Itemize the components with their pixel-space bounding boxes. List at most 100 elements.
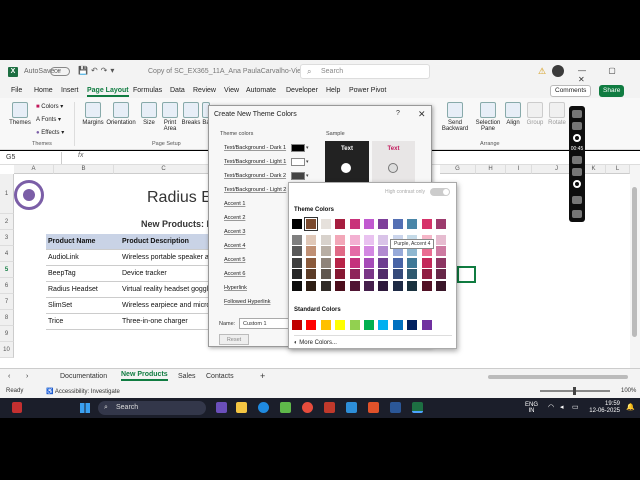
windows-start-icon[interactable] — [80, 403, 90, 413]
close-button[interactable]: ✕ — [418, 109, 426, 120]
tab-data[interactable]: Data — [170, 87, 185, 94]
theme-color-swatch[interactable] — [320, 219, 331, 229]
chevron-down-icon[interactable]: ▾ — [306, 145, 309, 151]
theme-shade-swatch[interactable] — [292, 280, 302, 291]
tab-home[interactable]: Home — [34, 87, 53, 94]
theme-shade-swatch[interactable] — [306, 257, 317, 268]
row-header[interactable]: 10 — [0, 342, 14, 358]
theme-shade-swatch[interactable] — [335, 246, 346, 257]
tab-file[interactable]: File — [11, 87, 22, 94]
fx-icon[interactable]: fx — [78, 152, 83, 159]
scrollbar-thumb[interactable] — [632, 187, 637, 337]
theme-color-swatch[interactable] — [364, 219, 374, 229]
table-row[interactable]: Trice Three-in-one charger — [46, 314, 211, 330]
row-header[interactable]: 9 — [0, 326, 14, 342]
table-row[interactable]: AudioLink Wireless portable speaker and — [46, 250, 212, 266]
selected-cell[interactable] — [457, 266, 476, 283]
chrome-icon[interactable] — [302, 402, 313, 413]
share-button[interactable]: Share — [599, 85, 625, 97]
wifi-icon[interactable]: ◠ — [548, 403, 554, 411]
tab-help[interactable]: Help — [326, 87, 340, 94]
theme-shade-swatch[interactable] — [378, 257, 389, 268]
fonts-button[interactable]: A Fonts ▾ — [36, 116, 61, 123]
standard-color-swatch[interactable] — [292, 320, 302, 330]
webcam-icon[interactable] — [572, 168, 582, 176]
sheet-tab-contacts[interactable]: Contacts — [206, 373, 234, 380]
table-header-row[interactable]: Product Name Product Description — [46, 234, 211, 250]
theme-shade-swatch[interactable] — [335, 280, 346, 291]
stop-icon[interactable] — [573, 180, 581, 188]
theme-shade-swatch[interactable] — [378, 246, 389, 257]
theme-shade-swatch[interactable] — [335, 269, 346, 280]
tab-power-pivot[interactable]: Power Pivot — [349, 87, 386, 94]
theme-color-swatch[interactable] — [392, 219, 403, 229]
theme-shade-swatch[interactable] — [292, 235, 302, 245]
standard-color-swatch[interactable] — [407, 320, 418, 330]
standard-color-swatch[interactable] — [335, 320, 346, 330]
theme-item-hyperlink[interactable]: Hyperlink — [224, 285, 247, 291]
row-header[interactable]: 3 — [0, 230, 14, 246]
quick-access-toolbar[interactable]: 💾↶↷▾ — [78, 66, 117, 75]
theme-color-swatch[interactable] — [378, 219, 389, 229]
brave-icon[interactable] — [368, 402, 379, 413]
volume-icon[interactable]: ◂ — [560, 403, 564, 411]
row-header[interactable]: 7 — [0, 294, 14, 310]
theme-shade-swatch[interactable] — [292, 246, 302, 257]
theme-shade-swatch[interactable] — [335, 235, 346, 245]
zoom-slider-thumb[interactable] — [573, 387, 576, 395]
tab-view[interactable]: View — [224, 87, 239, 94]
language-indicator[interactable]: ENG IN — [525, 402, 538, 414]
warning-icon[interactable]: ⚠ — [538, 66, 546, 77]
theme-item-light1[interactable]: Text/Background - Light 1 — [224, 159, 286, 165]
size-button[interactable]: Size — [140, 102, 158, 126]
theme-shade-swatch[interactable] — [349, 269, 360, 280]
standard-color-swatch[interactable] — [349, 320, 360, 330]
dark1-swatch-button[interactable] — [291, 144, 305, 152]
row-header[interactable]: 5 — [0, 262, 14, 278]
margins-button[interactable]: Margins — [80, 102, 106, 126]
high-contrast-toggle[interactable] — [430, 188, 450, 196]
search-input[interactable]: ⌕ Search — [300, 64, 430, 79]
avatar[interactable] — [552, 65, 564, 77]
print-area-button[interactable]: Print Area — [160, 102, 180, 132]
column-header[interactable]: G — [440, 165, 476, 174]
theme-shade-swatch[interactable] — [421, 280, 432, 291]
standard-color-swatch[interactable] — [364, 320, 374, 330]
standard-color-swatch[interactable] — [320, 320, 331, 330]
theme-color-swatch[interactable] — [349, 219, 360, 229]
name-box[interactable]: G5 — [2, 152, 62, 164]
next-sheet-arrow[interactable]: › — [26, 373, 28, 380]
mcafee-icon[interactable] — [324, 402, 335, 413]
prev-sheet-arrow[interactable]: ‹ — [8, 373, 10, 380]
notification-bell-icon[interactable]: 🔔 — [626, 403, 635, 411]
theme-item-accent6[interactable]: Accent 6 — [224, 271, 245, 277]
table-row[interactable]: SlimSet Wireless earpiece and micro — [46, 298, 211, 314]
row-header[interactable]: 1 — [0, 174, 14, 214]
theme-shade-swatch[interactable] — [436, 246, 446, 257]
effects-button[interactable]: ● Effects ▾ — [36, 129, 64, 136]
weather-icon[interactable] — [12, 402, 22, 413]
orientation-button[interactable]: Orientation — [106, 102, 136, 126]
file-explorer-icon[interactable] — [236, 402, 247, 413]
align-button[interactable]: Align — [504, 102, 522, 126]
theme-shade-swatch[interactable] — [364, 269, 374, 280]
theme-shade-swatch[interactable] — [407, 269, 418, 280]
theme-name-input[interactable]: Custom 1 — [239, 318, 291, 329]
chevron-down-icon[interactable]: ▾ — [306, 159, 309, 165]
column-header[interactable]: H — [476, 165, 506, 174]
record-icon[interactable] — [573, 134, 581, 142]
excel-icon[interactable] — [412, 402, 423, 413]
app-icon[interactable] — [280, 402, 291, 413]
theme-shade-swatch[interactable] — [392, 257, 403, 268]
column-header[interactable]: A — [14, 165, 54, 174]
camera-icon[interactable] — [572, 110, 582, 118]
column-header[interactable]: L — [606, 165, 630, 174]
tab-insert[interactable]: Insert — [61, 87, 79, 94]
tab-automate[interactable]: Automate — [246, 87, 276, 94]
theme-shade-swatch[interactable] — [306, 269, 317, 280]
theme-shade-swatch[interactable] — [421, 269, 432, 280]
theme-shade-swatch[interactable] — [349, 235, 360, 245]
theme-shade-swatch[interactable] — [364, 257, 374, 268]
theme-shade-swatch[interactable] — [392, 269, 403, 280]
group-button[interactable]: Group — [525, 102, 545, 126]
